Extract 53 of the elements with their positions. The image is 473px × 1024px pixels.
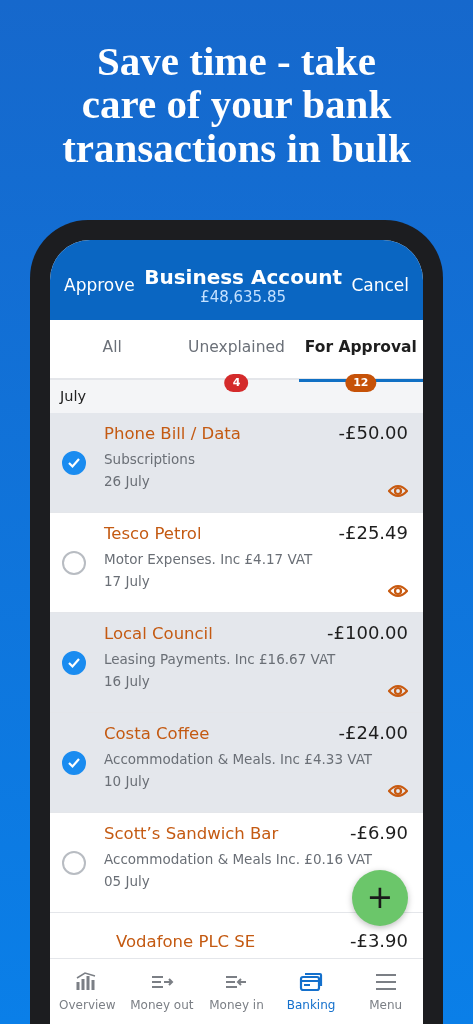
amount: -£50.00 <box>338 421 408 446</box>
eye-icon[interactable] <box>388 484 408 498</box>
payee-name: Phone Bill / Data <box>104 423 241 446</box>
payee-name: Vodafone PLC SE <box>116 931 256 953</box>
account-title: Business Account <box>144 266 342 288</box>
headline-text: transactions in bulk <box>62 126 411 170</box>
amount: -£25.49 <box>338 521 408 546</box>
eye-icon[interactable] <box>388 784 408 798</box>
transaction-row[interactable]: Phone Bill / Data -£50.00 Subscriptions 26 July <box>50 413 423 513</box>
cancel-button[interactable]: Cancel <box>351 273 409 299</box>
category-text: Subscriptions <box>104 450 196 470</box>
tab[interactable]: All <box>50 320 175 382</box>
eye-icon[interactable] <box>388 584 408 598</box>
nav-tab[interactable]: Overview <box>50 959 125 1024</box>
payee-name: Tesco Petrol <box>104 523 202 546</box>
date-text: 17 July <box>104 572 150 592</box>
checkbox[interactable] <box>62 750 86 775</box>
add-button[interactable]: + <box>352 870 408 926</box>
amount: -£6.90 <box>349 821 408 846</box>
date-text: 05 July <box>104 872 150 892</box>
count-badge: 4 <box>224 373 249 392</box>
nav-tab[interactable]: Money out <box>124 959 200 1024</box>
category-text: Accommodation & Meals Inc. £0.16 VAT <box>104 850 374 870</box>
headline-text: care of your bank <box>81 83 392 127</box>
checkbox[interactable] <box>62 850 86 875</box>
date-text: 10 July <box>104 772 150 792</box>
transaction-row[interactable]: Costa Coffee -£24.00 Accommodation & Meals. Inc £4.33 VAT 10 July <box>50 713 423 813</box>
check-icon <box>67 656 81 669</box>
approve-button[interactable]: Approve <box>64 273 135 299</box>
amount: -£100.00 <box>327 621 408 646</box>
payee-name: Local Council <box>104 623 213 646</box>
category-text: Accommodation & Meals. Inc £4.33 VAT <box>104 750 374 770</box>
check-icon <box>67 456 81 469</box>
date-text: 16 July <box>104 672 150 692</box>
eye-icon[interactable] <box>388 684 408 698</box>
checkbox[interactable] <box>62 650 86 675</box>
nav-tab[interactable]: Menu <box>348 959 423 1024</box>
category-text: Leasing Payments. Inc £16.67 VAT <box>104 650 337 670</box>
count-badge: 12 <box>345 373 377 392</box>
headline-text: Save time - take <box>97 40 376 84</box>
nav-tab[interactable]: Money in <box>199 959 274 1024</box>
amount: -£3.90 <box>349 929 408 953</box>
account-balance: £48,635.85 <box>199 288 287 306</box>
checkbox[interactable] <box>62 450 86 475</box>
nav-tab[interactable]: Banking <box>273 959 349 1024</box>
amount: -£24.00 <box>338 721 408 746</box>
payee-name: Costa Coffee <box>104 723 210 746</box>
check-icon <box>67 756 81 769</box>
transaction-row[interactable]: Local Council -£100.00 Leasing Payments. Inc £16.67 VAT 16 July <box>50 613 423 713</box>
checkbox[interactable] <box>62 550 86 575</box>
payee-name: Scott’s Sandwich Bar <box>104 823 279 846</box>
date-text: 26 July <box>104 472 150 492</box>
category-text: Motor Expenses. Inc £4.17 VAT <box>104 550 314 570</box>
